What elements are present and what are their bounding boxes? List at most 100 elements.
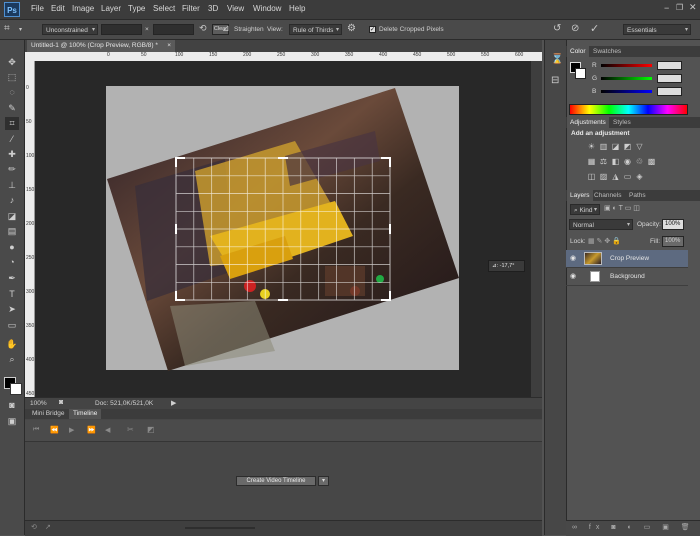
lasso-tool-icon[interactable]: ◌ — [5, 86, 19, 99]
posterize-icon[interactable]: ▨ — [599, 172, 608, 181]
tab-color[interactable]: Color — [567, 46, 589, 57]
swap-icon[interactable]: ⟲ — [199, 23, 207, 34]
path-select-tool-icon[interactable]: ➤ — [5, 303, 19, 316]
brightness-icon[interactable]: ☀ — [587, 142, 596, 151]
levels-icon[interactable]: ▥ — [599, 142, 608, 151]
menu-3d[interactable]: 3D — [208, 4, 218, 13]
black-white-icon[interactable]: ◧ — [611, 157, 620, 166]
photo-filter-icon[interactable]: ◉ — [623, 157, 632, 166]
color-background[interactable] — [575, 68, 586, 79]
tab-timeline[interactable]: Timeline — [69, 409, 102, 419]
color-spectrum-bar[interactable] — [569, 104, 688, 115]
menu-file[interactable]: File — [31, 4, 44, 13]
cancel-icon[interactable]: ⊘ — [571, 23, 579, 34]
render-icon[interactable]: ↗ — [45, 523, 51, 531]
menu-edit[interactable]: Edit — [51, 4, 65, 13]
audio-icon[interactable]: ◀ — [105, 426, 110, 434]
selective-color-icon[interactable]: ◈ — [635, 172, 644, 181]
play-icon[interactable]: ▶ — [69, 426, 74, 434]
menu-image[interactable]: Image — [72, 4, 94, 13]
layer-action-icons[interactable]: ∞ fx ◙ ◐ ▭ ▣ 🗑 — [572, 523, 695, 531]
first-frame-icon[interactable]: ⏮ — [33, 426, 39, 434]
healing-tool-icon[interactable]: ✚ — [5, 148, 19, 161]
brush-tool-icon[interactable]: ✏ — [5, 163, 19, 176]
background-color-swatch[interactable] — [10, 383, 22, 395]
move-tool-icon[interactable]: ✥ — [5, 56, 19, 69]
hue-saturation-icon[interactable]: ▦ — [587, 157, 596, 166]
next-frame-icon[interactable]: ⏩ — [87, 426, 96, 434]
green-slider[interactable] — [601, 77, 652, 80]
tab-mini-bridge[interactable]: Mini Bridge — [28, 409, 69, 419]
chevron-down-icon[interactable]: ▾ — [19, 26, 22, 33]
overlay-view-dropdown[interactable]: Rule of Thirds — [289, 24, 342, 36]
red-value-field[interactable] — [657, 61, 682, 70]
tab-swatches[interactable]: Swatches — [590, 46, 624, 57]
tab-layers[interactable]: Layers — [567, 190, 593, 201]
tab-channels[interactable]: Channels — [591, 190, 624, 201]
quick-select-tool-icon[interactable]: ✎ — [5, 102, 19, 115]
commit-icon[interactable]: ✓ — [590, 22, 599, 35]
filter-icons[interactable]: ▣ ◐ T ▭ ◫ — [604, 204, 640, 212]
crop-height-field[interactable] — [153, 24, 194, 35]
tab-paths[interactable]: Paths — [626, 190, 649, 201]
hand-tool-icon[interactable]: ✋ — [5, 338, 19, 351]
crop-preview-svg[interactable] — [35, 61, 531, 397]
properties-icon[interactable]: ⊟ — [551, 75, 559, 86]
lock-icons[interactable]: ▦ ✎ ✥ 🔒 — [588, 237, 621, 245]
menu-select[interactable]: Select — [153, 4, 175, 13]
crop-width-field[interactable] — [101, 24, 142, 35]
pen-tool-icon[interactable]: ✒ — [5, 272, 19, 285]
crop-tool-icon[interactable]: ⌗ — [5, 117, 19, 130]
prev-frame-icon[interactable]: ⏪ — [50, 426, 59, 434]
menu-layer[interactable]: Layer — [101, 4, 121, 13]
blur-tool-icon[interactable]: ● — [5, 241, 19, 254]
gradient-tool-icon[interactable]: ▤ — [5, 225, 19, 238]
restore-icon[interactable]: ❐ — [676, 3, 683, 12]
create-video-timeline-button[interactable]: Create Video Timeline — [236, 476, 316, 486]
green-value-field[interactable] — [657, 74, 682, 83]
minimize-icon[interactable]: − — [664, 3, 669, 13]
eyedropper-tool-icon[interactable]: ⁄ — [5, 133, 19, 146]
history-brush-tool-icon[interactable]: ♪ — [5, 194, 19, 207]
marquee-tool-icon[interactable]: ⬚ — [5, 71, 19, 84]
vertical-scrollbar[interactable] — [531, 61, 542, 397]
ratio-dropdown[interactable]: Unconstrained — [42, 24, 98, 36]
menu-help[interactable]: Help — [289, 4, 305, 13]
status-menu-arrow-icon[interactable]: ▶ — [171, 399, 176, 407]
reset-icon[interactable]: ↺ — [553, 23, 561, 34]
eye-icon[interactable]: ◉ — [570, 272, 576, 280]
status-icon[interactable]: ◙ — [59, 399, 63, 406]
layer-filter-dropdown[interactable]: ⌕ Kind — [570, 204, 600, 216]
channel-mixer-icon[interactable]: ♲ — [635, 157, 644, 166]
menu-filter[interactable]: Filter — [182, 4, 200, 13]
delete-cropped-checkbox[interactable]: ✓ — [369, 26, 376, 33]
workspace-dropdown[interactable]: Essentials — [623, 24, 691, 36]
invert-icon[interactable]: ◫ — [587, 172, 596, 181]
menu-view[interactable]: View — [227, 4, 244, 13]
dodge-tool-icon[interactable]: ◔ — [5, 256, 19, 269]
screen-mode-icon[interactable]: ▣ — [5, 415, 19, 428]
type-tool-icon[interactable]: T — [5, 288, 19, 301]
transition-icon[interactable]: ◩ — [147, 425, 155, 434]
timeline-type-dropdown[interactable]: ▾ — [318, 476, 329, 486]
crop-preset-icon[interactable]: ⌗ — [4, 23, 10, 34]
stamp-tool-icon[interactable]: ⊥ — [5, 179, 19, 192]
shape-tool-icon[interactable]: ▭ — [5, 319, 19, 332]
fill-field[interactable]: 100% — [662, 236, 684, 247]
split-icon[interactable]: ✂ — [127, 425, 134, 434]
history-icon[interactable]: ⌛ — [551, 54, 563, 65]
red-slider[interactable] — [601, 64, 652, 67]
tab-adjustments[interactable]: Adjustments — [567, 117, 609, 128]
zoom-tool-icon[interactable]: ⌕ — [5, 353, 19, 366]
threshold-icon[interactable]: ◮ — [611, 172, 620, 181]
blue-value-field[interactable] — [657, 87, 682, 96]
layer-row-crop-preview[interactable]: ◉ Crop Preview — [566, 250, 688, 268]
tab-styles[interactable]: Styles — [610, 117, 634, 128]
zoom-slider[interactable] — [185, 527, 255, 529]
gear-icon[interactable]: ⚙ — [347, 23, 356, 34]
eye-icon[interactable]: ◉ — [570, 254, 576, 262]
close-icon[interactable]: ✕ — [689, 2, 697, 13]
document-tab[interactable]: Untitled-1 @ 100% (Crop Preview, RGB/8) … — [27, 40, 175, 52]
canvas-area[interactable]: ⊿: -17,7° — [35, 61, 531, 397]
quick-mask-icon[interactable]: ◙ — [5, 399, 19, 412]
